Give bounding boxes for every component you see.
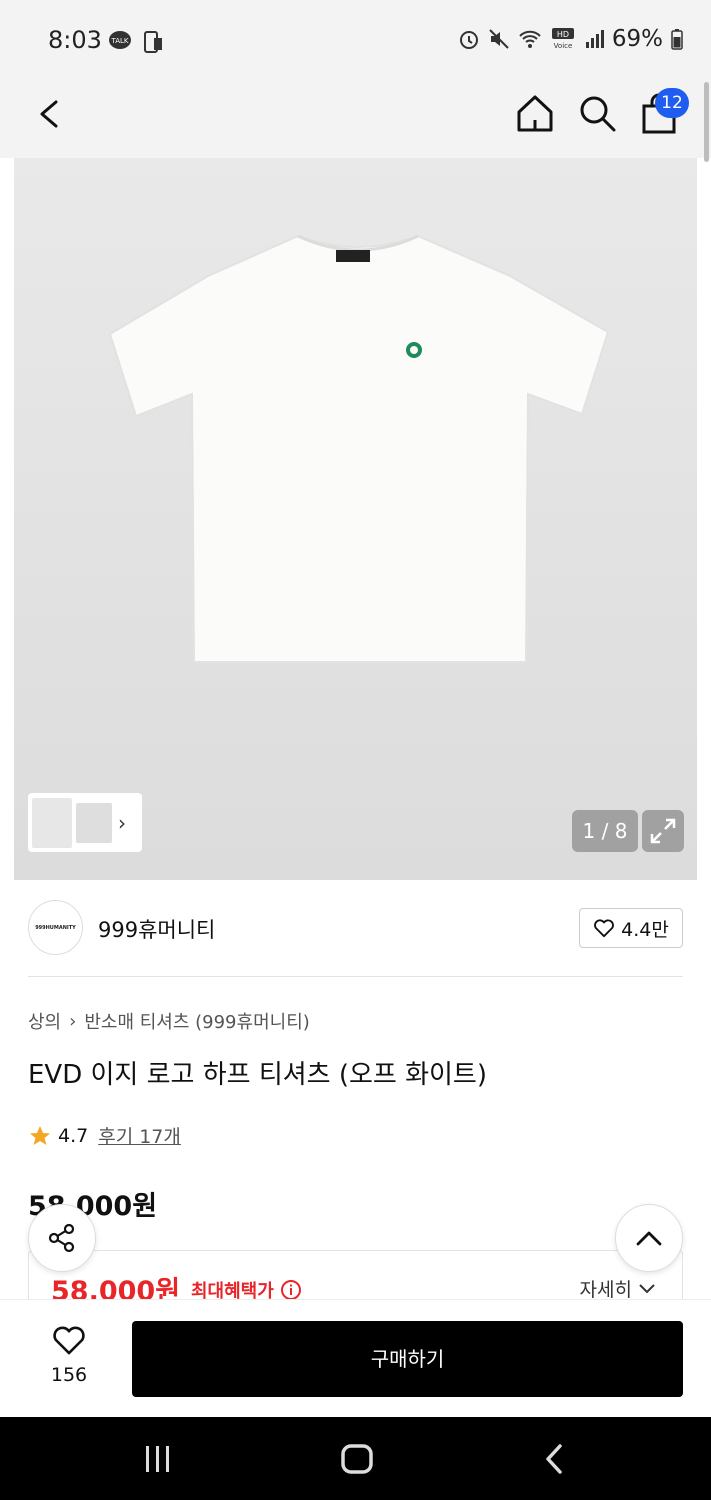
heart-icon <box>594 919 615 938</box>
search-icon[interactable] <box>576 92 618 134</box>
benefit-detail-label: 자세히 <box>579 1279 632 1301</box>
rating-value: 4.7 <box>58 1124 89 1147</box>
product-image <box>108 234 608 663</box>
wifi-icon <box>519 30 541 48</box>
app-bar <box>0 80 711 158</box>
product-title: EVD 이지 로고 하프 티셔츠 (오프 화이트) <box>28 1060 487 1090</box>
share-icon <box>48 1223 75 1253</box>
brand-logo[interactable]: 999HUMANITY <box>28 900 83 955</box>
back-nav-icon[interactable] <box>540 1443 572 1475</box>
svg-text:HD: HD <box>557 30 569 39</box>
system-nav-bar <box>0 1417 711 1500</box>
brand-logo-text: 999HUMANITY <box>35 924 76 931</box>
expand-icon[interactable] <box>642 810 684 852</box>
phone-icon <box>144 31 162 53</box>
brand-name[interactable]: 999휴머니티 <box>98 914 215 944</box>
breadcrumb-category[interactable]: 상의 <box>28 1008 61 1034</box>
battery-percent: 69% <box>611 26 663 52</box>
brand-row[interactable]: 999HUMANITY 999휴머니티 4.4만 <box>0 880 711 976</box>
wishlist-button[interactable]: 156 <box>36 1324 102 1394</box>
thumbnail-image[interactable] <box>32 797 72 848</box>
wishlist-count: 156 <box>50 1364 88 1386</box>
home-icon[interactable] <box>514 92 556 134</box>
buy-button[interactable]: 구매하기 <box>132 1321 683 1397</box>
back-icon[interactable] <box>30 94 70 134</box>
recent-apps-icon[interactable] <box>142 1443 174 1475</box>
status-right: HD Voice 69% <box>458 26 683 52</box>
battery-icon <box>671 29 683 50</box>
chevron-down-icon <box>639 1283 655 1293</box>
chevron-up-icon <box>636 1231 662 1246</box>
breadcrumb-subcategory[interactable]: 반소매 티셔츠 (999휴머니티) <box>84 1008 309 1034</box>
heart-icon <box>53 1326 85 1355</box>
share-button[interactable] <box>28 1204 96 1272</box>
info-icon[interactable] <box>280 1279 302 1301</box>
brand-like-count: 4.4만 <box>621 918 669 941</box>
alarm-icon <box>459 31 478 49</box>
scrollbar[interactable] <box>704 82 709 162</box>
bottom-action-bar: 156 구매하기 <box>0 1299 711 1417</box>
breadcrumb: 상의 › 반소매 티셔츠 (999휴머니티) <box>28 1008 310 1034</box>
brand-like-button[interactable]: 4.4만 <box>579 908 683 948</box>
image-counter: 1 / 8 <box>572 810 638 852</box>
svg-text:Voice: Voice <box>554 42 573 50</box>
hd-voice-icon: HD Voice <box>551 28 574 50</box>
chevron-right-icon[interactable]: › <box>118 811 126 835</box>
mute-icon <box>489 29 509 49</box>
status-bar: 8:03 TALK HD Voice 69% <box>0 0 711 80</box>
svg-text:TALK: TALK <box>110 37 128 45</box>
benefit-detail-toggle[interactable]: 자세히 <box>580 1275 656 1302</box>
talk-icon: TALK <box>109 31 131 49</box>
cart-count-badge: 12 <box>655 88 689 118</box>
product-image-gallery[interactable]: › 1 / 8 <box>14 158 697 880</box>
product-rating: 4.7 후기 17개 <box>28 1122 181 1149</box>
chevron-right-icon: › <box>69 1010 77 1032</box>
scroll-top-button[interactable] <box>615 1204 683 1272</box>
star-icon <box>30 1125 50 1145</box>
thumbnail-strip[interactable]: › <box>28 793 142 852</box>
divider <box>28 976 683 977</box>
home-nav-icon[interactable] <box>340 1443 374 1475</box>
status-time: 8:03 <box>48 26 102 54</box>
thumbnail-image[interactable] <box>76 802 112 843</box>
status-left-icons: TALK <box>108 30 164 54</box>
signal-icon <box>585 30 604 48</box>
reviews-link[interactable]: 후기 17개 <box>98 1122 181 1149</box>
